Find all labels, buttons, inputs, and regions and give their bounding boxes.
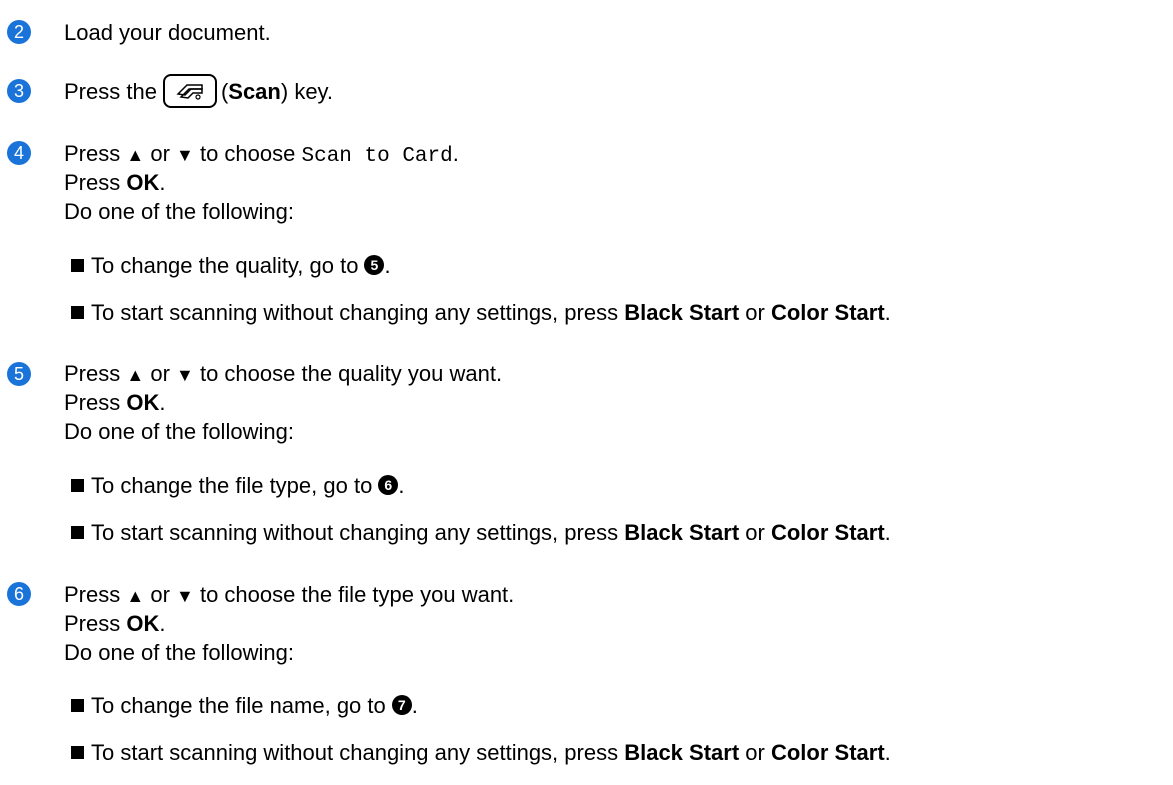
bullet-text: To start scanning without changing any s… <box>91 740 619 765</box>
step-number-4: 4 <box>7 141 31 165</box>
step-5-choose: to choose the quality you want. <box>199 361 503 386</box>
down-arrow-icon: ▼ <box>176 145 194 165</box>
step-number-5: 5 <box>7 362 31 386</box>
scan-key-icon <box>162 74 217 108</box>
step-3-prefix: Press the <box>64 78 157 104</box>
step-ref-7: 7 <box>391 694 412 715</box>
bullet-end: . <box>411 693 418 718</box>
step-4-choose: to choose <box>199 141 296 166</box>
bullet-square-icon <box>71 259 84 272</box>
step-6-press: Press <box>64 582 121 607</box>
step-6-ok: OK <box>126 611 160 636</box>
step-5-do-one: Do one of the following: <box>64 419 294 444</box>
bullet-or: or <box>745 740 765 765</box>
step-4-press-ok: Press <box>64 170 121 195</box>
step-number-2: 2 <box>7 20 31 44</box>
step-5-bullet-2: To start scanning without changing any s… <box>71 518 891 547</box>
step-4-or: or <box>150 141 170 166</box>
step-4-bullet-2: To start scanning without changing any s… <box>71 298 891 327</box>
bullet-square-icon <box>71 699 84 712</box>
step-5-ok-dot: . <box>159 390 166 415</box>
color-start-label: Color Start <box>770 520 885 545</box>
step-number-6: 6 <box>7 582 31 606</box>
black-start-label: Black Start <box>624 740 740 765</box>
scan-to-card-text: Scan to Card <box>301 145 453 168</box>
bullet-or: or <box>745 300 765 325</box>
step-ref-6: 6 <box>378 474 399 495</box>
step-4-dot: . <box>452 141 459 166</box>
step-6-do-one: Do one of the following: <box>64 640 294 665</box>
bullet-end: . <box>384 253 391 278</box>
step-6-text: Press ▲ or ▼ to choose the file type you… <box>64 580 514 667</box>
step-4-ok: OK <box>126 170 160 195</box>
black-start-label: Black Start <box>624 300 740 325</box>
step-ref-5: 5 <box>364 254 385 275</box>
step-4-ok-dot: . <box>159 170 166 195</box>
bullet-square-icon <box>71 526 84 539</box>
bullet-square-icon <box>71 746 84 759</box>
bullet-text: To change the file type, go to <box>91 473 373 498</box>
step-5-text: Press ▲ or ▼ to choose the quality you w… <box>64 359 502 446</box>
up-arrow-icon: ▲ <box>126 365 145 385</box>
step-6-choose: to choose the file type you want. <box>199 582 515 607</box>
bullet-square-icon <box>71 306 84 319</box>
step-5-ok: OK <box>126 390 160 415</box>
color-start-label: Color Start <box>770 300 885 325</box>
bullet-end: . <box>884 520 891 545</box>
bullet-end: . <box>398 473 405 498</box>
black-start-label: Black Start <box>624 520 740 545</box>
step-4-bullet-1: To change the quality, go to 5. <box>71 251 391 280</box>
bullet-text: To start scanning without changing any s… <box>91 520 619 545</box>
step-5-press-ok: Press <box>64 390 121 415</box>
bullet-square-icon <box>71 479 84 492</box>
down-arrow-icon: ▼ <box>176 586 194 606</box>
bullet-text: To change the file name, go to <box>91 693 386 718</box>
step-2-text: Load your document. <box>64 20 271 45</box>
step-6-bullet-2: To start scanning without changing any s… <box>71 738 891 767</box>
step-4-press: Press <box>64 141 121 166</box>
scan-key-label: Scan <box>228 78 281 104</box>
up-arrow-icon: ▲ <box>126 145 145 165</box>
step-6-or: or <box>150 582 170 607</box>
bullet-end: . <box>884 740 891 765</box>
step-5-or: or <box>150 361 170 386</box>
step-3-text: Press the (Scan) key. <box>64 74 334 110</box>
step-number-3: 3 <box>7 79 31 103</box>
bullet-end: . <box>884 300 891 325</box>
bullet-text: To start scanning without changing any s… <box>91 300 619 325</box>
step-5-bullet-1: To change the file type, go to 6. <box>71 471 404 500</box>
step-6-bullet-1: To change the file name, go to 7. <box>71 691 418 720</box>
color-start-label: Color Start <box>770 740 885 765</box>
step-4-text: Press ▲ or ▼ to choose Scan to Card. Pre… <box>64 139 459 226</box>
down-arrow-icon: ▼ <box>176 365 194 385</box>
step-6-press-ok: Press <box>64 611 121 636</box>
up-arrow-icon: ▲ <box>126 586 145 606</box>
bullet-text: To change the quality, go to <box>91 253 359 278</box>
step-3-suffix: key. <box>294 78 334 104</box>
step-4-do-one: Do one of the following: <box>64 199 294 224</box>
bullet-or: or <box>745 520 765 545</box>
step-6-ok-dot: . <box>159 611 166 636</box>
step-5-press: Press <box>64 361 121 386</box>
